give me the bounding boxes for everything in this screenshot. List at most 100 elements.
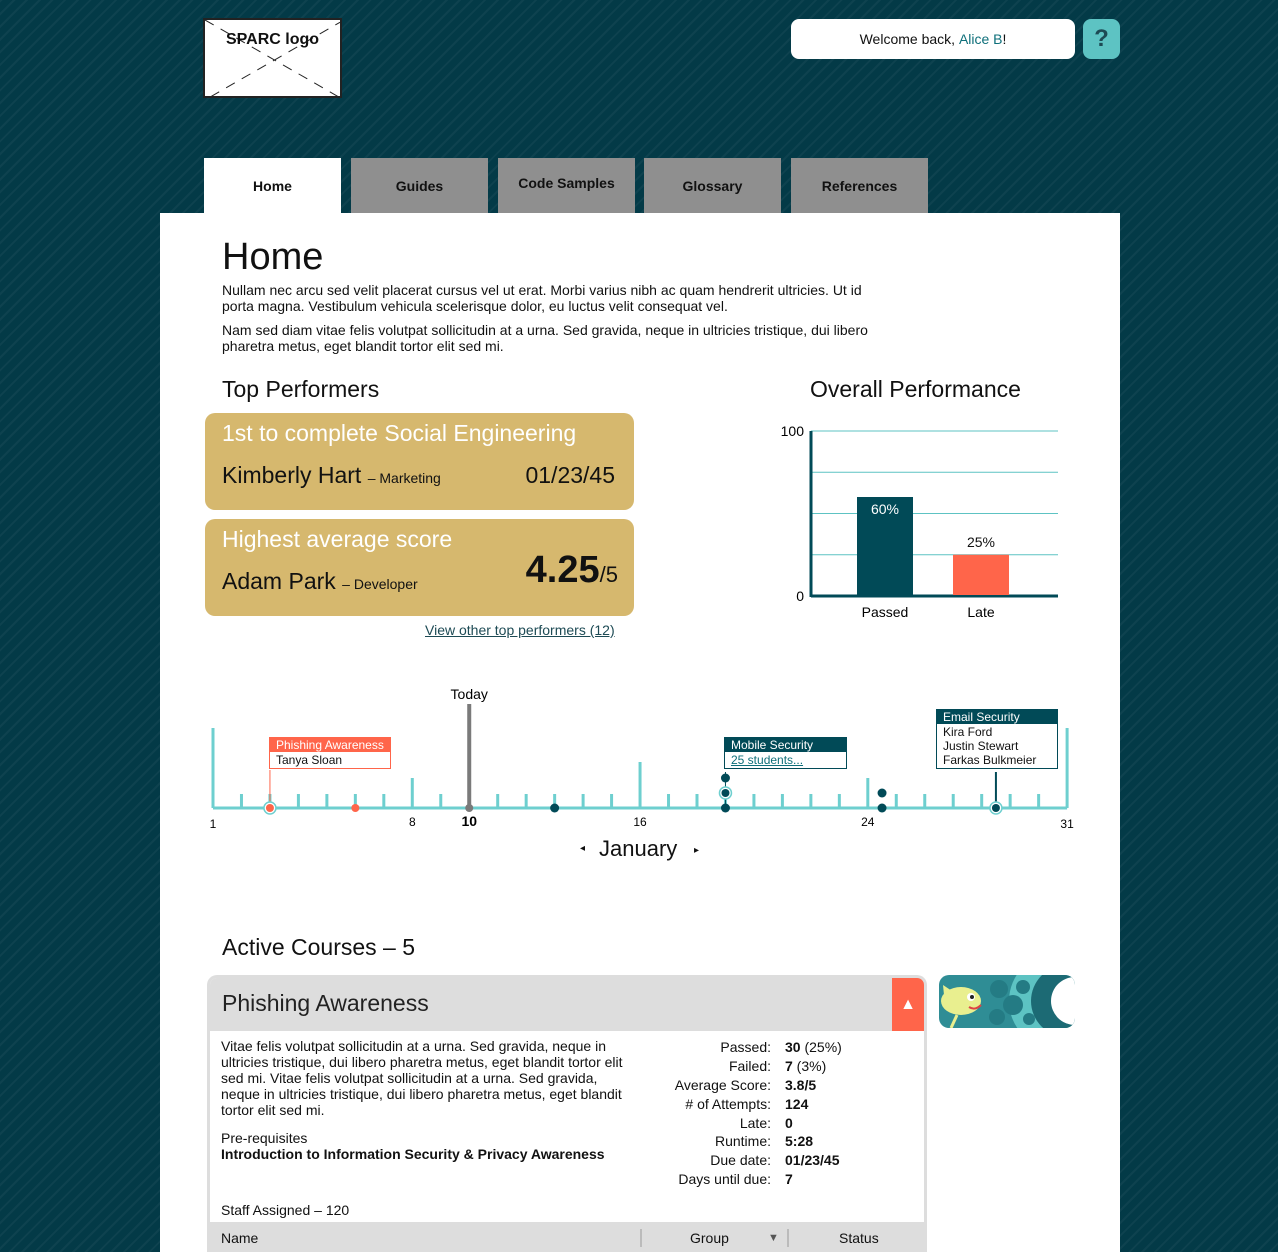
event-students-link[interactable]: 25 students... (725, 752, 846, 768)
prereq-value[interactable]: Introduction to Information Security & P… (221, 1146, 605, 1162)
day-label: 10 (461, 813, 477, 829)
tab-code-samples[interactable]: Code Samples (498, 158, 635, 213)
help-button[interactable]: ? (1083, 19, 1120, 59)
schedule-value: 01/23/45 (785, 1152, 840, 1168)
staff-assigned-label: Staff Assigned – 120 (221, 1202, 350, 1218)
stat-label: Passed: (720, 1039, 771, 1055)
view-other-performers-link[interactable]: View other top performers (12) (425, 622, 615, 638)
tab-home[interactable]: Home (204, 158, 341, 213)
day-label: 24 (861, 815, 875, 829)
next-month-button[interactable]: ▸ (694, 845, 699, 856)
bar (953, 554, 1009, 595)
performer-name-text: Kimberly Hart (222, 462, 362, 488)
welcome-banner: Welcome back, Alice B! (791, 19, 1075, 59)
course-title: Phishing Awareness (222, 990, 429, 1016)
event-bubble-email[interactable]: Email Security Kira Ford Justin Stewart … (936, 709, 1058, 769)
performer-card: Highest average score Adam Park – Develo… (205, 519, 634, 616)
x-tick-label: Late (967, 604, 994, 620)
event-bubble-phishing[interactable]: Phishing Awareness Tanya Sloan (269, 737, 391, 769)
performer-card-title: Highest average score (222, 526, 453, 552)
stat-extra: (25%) (800, 1039, 842, 1055)
tab-label: Guides (395, 177, 444, 194)
today-label: Today (451, 686, 488, 702)
performer-name: Kimberly Hart – Marketing (222, 462, 441, 489)
performer-dept: – Developer (342, 576, 418, 592)
tab-guides[interactable]: Guides (351, 158, 488, 213)
performer-name: Adam Park – Developer (222, 568, 418, 595)
help-icon: ? (1094, 25, 1109, 52)
sparc-logo[interactable]: SPARC logo (203, 18, 342, 98)
stat-number: 7 (785, 1058, 793, 1074)
tab-label: References (821, 177, 898, 194)
welcome-prefix: Welcome back, (859, 31, 956, 47)
event-bubble-mobile[interactable]: Mobile Security 25 students... (724, 737, 847, 769)
column-header-status[interactable]: Status (839, 1230, 879, 1246)
overall-performance-heading: Overall Performance (810, 376, 1021, 402)
stat-label: Average Score: (674, 1077, 771, 1093)
column-header-name[interactable]: Name (221, 1230, 258, 1246)
y-tick-label: 0 (796, 588, 804, 604)
tab-glossary[interactable]: Glossary (644, 158, 781, 213)
course-stats: Passed: 30 (25%) Failed: 7 (3%) Average Sc… (640, 1037, 844, 1134)
overall-performance-chart: 100 0 60% Passed 25% Late (781, 423, 1058, 620)
event-person-list: Kira Ford Justin Stewart Farkas Bulkmeie… (937, 724, 1057, 768)
stat-label: # of Attempts: (685, 1096, 771, 1112)
collapse-button[interactable]: ▲ (892, 978, 924, 1031)
stat-extra: (3%) (792, 1058, 827, 1074)
stat-row: Late: 0 (642, 1115, 842, 1132)
course-schedule: Runtime: 5:28 Due date: 01/23/45 Days unti… (640, 1131, 842, 1190)
event-dot (550, 803, 560, 813)
event-dot (721, 789, 730, 797)
score-value: 4.25 (525, 549, 600, 591)
event-person: Justin Stewart (943, 739, 1019, 753)
prereq-label: Pre-requisites (221, 1130, 308, 1146)
user-name-link[interactable]: Alice B (959, 31, 1003, 47)
tab-label: Glossary (682, 177, 743, 194)
performer-dept: – Marketing (367, 470, 441, 486)
event-dot (265, 804, 274, 812)
day-label: 1 (210, 817, 217, 831)
schedule-label: Runtime: (714, 1133, 771, 1149)
event-title: Phishing Awareness (270, 738, 390, 752)
schedule-row: Days until due: 7 (642, 1171, 840, 1188)
schedule-row: Runtime: 5:28 (642, 1133, 840, 1150)
tab-label: Code Samples (518, 175, 615, 191)
top-performers-heading: Top Performers (222, 376, 380, 402)
prev-month-button[interactable]: ◂ (580, 843, 585, 854)
stat-row: Passed: 30 (25%) (642, 1039, 842, 1056)
active-courses-heading: Active Courses – 5 (222, 934, 416, 960)
event-dot (877, 803, 887, 813)
collapse-icon: ▲ (900, 995, 916, 1013)
stat-value: 124 (785, 1096, 809, 1112)
event-person: Tanya Sloan (276, 753, 343, 767)
phishing-fish-icon (939, 975, 1075, 1028)
event-dot (877, 788, 887, 798)
stat-row: Average Score: 3.8/5 (642, 1077, 842, 1094)
column-header-group[interactable]: Group (690, 1230, 729, 1246)
performer-date: 01/23/45 (525, 462, 615, 488)
course-header[interactable]: Phishing Awareness ▲ (210, 978, 924, 1031)
course-thumbnail[interactable] (939, 975, 1075, 1028)
sort-down-icon[interactable]: ▼ (768, 1232, 779, 1244)
course-description: Vitae felis volutpat sollicitudin at a u… (221, 1038, 623, 1118)
day-label: 31 (1060, 817, 1074, 831)
event-person: Kira Ford (943, 725, 993, 739)
event-title: Email Security (937, 710, 1057, 724)
stat-value: 30 (25%) (785, 1039, 842, 1056)
x-tick-label: Passed (862, 604, 909, 620)
stat-value: 0 (785, 1115, 793, 1131)
bar-value-label: 25% (967, 534, 995, 550)
staff-table-header: Name Group ▼ Status (210, 1222, 924, 1252)
schedule-label: Days until due: (678, 1171, 771, 1187)
event-title: Mobile Security (725, 738, 846, 752)
event-dot (991, 804, 1000, 812)
month-label: January (599, 836, 678, 861)
tab-references[interactable]: References (791, 158, 928, 213)
performer-card-title: 1st to complete Social Engineering (222, 420, 577, 446)
schedule-row: Due date: 01/23/45 (642, 1152, 840, 1169)
day-label: 8 (409, 815, 416, 829)
stat-value: 7 (3%) (785, 1058, 842, 1075)
event-dot (720, 803, 730, 813)
today-dot (465, 804, 474, 812)
stat-label: Failed: (728, 1058, 771, 1074)
